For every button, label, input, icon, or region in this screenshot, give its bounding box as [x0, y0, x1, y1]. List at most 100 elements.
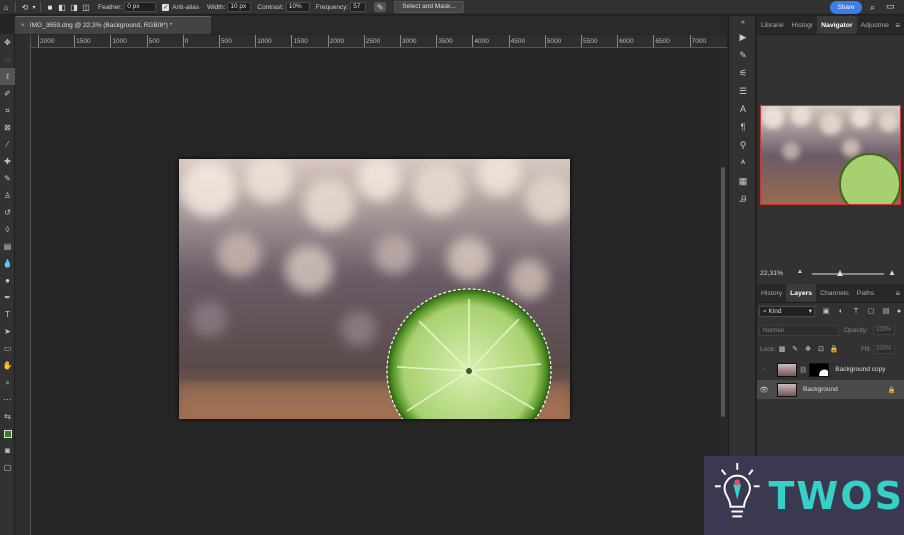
canvas-area[interactable]: [31, 49, 719, 535]
tab-channels[interactable]: Channels: [816, 284, 853, 302]
move-tool-icon[interactable]: ✥: [0, 34, 15, 51]
panel-menu-icon[interactable]: ≡: [895, 16, 900, 34]
quick-select-tool-icon[interactable]: ✐: [0, 85, 15, 102]
color-swatch[interactable]: [0, 425, 15, 442]
intersect-selection-icon[interactable]: ◫: [80, 2, 92, 12]
contrast-field[interactable]: 10%: [285, 2, 310, 12]
lock-artboard-icon[interactable]: ⊡: [816, 344, 826, 355]
zoom-out-icon[interactable]: ▲: [797, 269, 803, 275]
tab-librarie[interactable]: Librarie: [757, 16, 788, 34]
zoom-tool-icon[interactable]: ⌕: [0, 374, 15, 391]
select-and-mask-button[interactable]: Select and Mask...: [394, 1, 464, 13]
layer-row-selected[interactable]: 👁 Background 🔒: [757, 380, 904, 399]
workspace-icon[interactable]: ▭: [886, 1, 895, 12]
shape-tool-icon[interactable]: ▭: [0, 340, 15, 357]
blur-tool-icon[interactable]: 💧: [0, 255, 15, 272]
scrollbar-thumb[interactable]: [721, 167, 725, 417]
search-icon[interactable]: ⌕: [870, 2, 875, 13]
home-icon[interactable]: ⌂: [0, 2, 12, 12]
character-icon[interactable]: A: [729, 100, 757, 118]
zoom-slider[interactable]: [812, 273, 884, 275]
lasso-tool-icon[interactable]: ⟲: [19, 2, 31, 12]
frequency-field[interactable]: 57: [350, 2, 367, 12]
ruler-label: 500: [221, 38, 232, 45]
layer-mask-thumbnail[interactable]: [809, 362, 830, 377]
layer-filter-select[interactable]: ⌕ Kind ▾: [759, 306, 815, 317]
smart-object-filter-icon[interactable]: ▤: [881, 306, 891, 317]
clone-stamp-icon[interactable]: ♙: [0, 187, 15, 204]
pen-pressure-icon[interactable]: ✎: [374, 2, 387, 12]
lock-all-icon[interactable]: 🔒: [829, 344, 839, 355]
shape-filter-icon[interactable]: ▢: [866, 306, 876, 317]
quick-mask-icon[interactable]: ◙: [0, 442, 15, 459]
subtract-selection-icon[interactable]: ◨: [68, 2, 80, 12]
more-tools-icon[interactable]: ⋯: [0, 391, 15, 408]
anti-alias-checkbox[interactable]: ✓: [162, 3, 170, 11]
type-filter-icon[interactable]: T: [851, 306, 861, 317]
zoom-slider-handle[interactable]: [837, 270, 843, 276]
blend-mode-select[interactable]: Normal: [759, 325, 839, 336]
zoom-value[interactable]: 22,31%: [760, 270, 790, 277]
panel-menu-icon[interactable]: ≡: [895, 284, 900, 302]
healing-brush-icon[interactable]: ✚: [0, 153, 15, 170]
brush-tool-icon[interactable]: ✎: [0, 170, 15, 187]
share-button[interactable]: Share: [830, 1, 862, 14]
pen-tool-icon[interactable]: ✒: [0, 289, 15, 306]
filter-toggle-icon[interactable]: ●: [894, 306, 904, 317]
gradient-tool-icon[interactable]: ▤: [0, 238, 15, 255]
tab-history[interactable]: History: [757, 284, 786, 302]
lock-pixels-icon[interactable]: ▩: [777, 344, 787, 355]
type-tool-icon[interactable]: T: [0, 306, 15, 323]
new-selection-icon[interactable]: ■: [44, 2, 56, 12]
history-brush-icon[interactable]: ↺: [0, 204, 15, 221]
eyedropper-tool-icon[interactable]: ⁄: [0, 136, 15, 153]
path-select-icon[interactable]: ➤: [0, 323, 15, 340]
brush-settings-icon[interactable]: ✎: [729, 46, 757, 64]
screen-mode-icon[interactable]: ▢: [0, 459, 15, 476]
layer-name: Background: [803, 386, 838, 393]
feather-field[interactable]: 0 px: [124, 2, 157, 12]
frame-tool-icon[interactable]: ⊠: [0, 119, 15, 136]
play-action-icon[interactable]: ▶: [729, 28, 757, 46]
opacity-field[interactable]: 100%: [873, 326, 895, 335]
eraser-tool-icon[interactable]: ◊: [0, 221, 15, 238]
adjustment-filter-icon[interactable]: ◐: [836, 306, 846, 317]
eye-icon[interactable]: 👁: [757, 386, 771, 394]
hand-tool-icon[interactable]: ✋: [0, 357, 15, 374]
fill-field[interactable]: 100%: [873, 345, 895, 354]
lasso-tool-icon[interactable]: ℓ: [0, 68, 15, 85]
adjustments-icon[interactable]: ⚟: [729, 64, 757, 82]
document-tab[interactable]: × IMG_3659.dng @ 22,3% (Background, RGB/…: [15, 16, 211, 34]
layer-row[interactable]: ▫ ⛓ Background copy: [757, 360, 904, 379]
visibility-toggle[interactable]: ▫: [757, 366, 771, 373]
chevron-down-icon[interactable]: ▾: [31, 2, 37, 12]
add-selection-icon[interactable]: ◧: [56, 2, 68, 12]
tab-layers[interactable]: Layers: [786, 284, 817, 302]
3d-icon[interactable]: Ꭿ: [729, 190, 757, 208]
dodge-tool-icon[interactable]: ●: [0, 272, 15, 289]
swap-colors-icon[interactable]: ⇆: [0, 408, 15, 425]
tab-paths[interactable]: Paths: [853, 284, 878, 302]
clone-source-icon[interactable]: ⚲: [729, 136, 757, 154]
navigator-thumbnail[interactable]: [760, 105, 901, 205]
ruler-label: 0: [184, 38, 189, 45]
collapse-arrows-icon[interactable]: «: [729, 16, 757, 28]
zoom-in-icon[interactable]: ▲: [888, 268, 896, 277]
lock-position-icon[interactable]: ✥: [803, 344, 813, 355]
pixel-filter-icon[interactable]: ▣: [821, 306, 831, 317]
lock-paint-icon[interactable]: ✎: [790, 344, 800, 355]
close-icon[interactable]: ×: [21, 22, 25, 29]
properties-icon[interactable]: ☰: [729, 82, 757, 100]
marquee-tool-icon[interactable]: ◌: [0, 51, 15, 68]
filter-kind-value: Kind: [768, 308, 782, 315]
document-image[interactable]: [179, 159, 570, 419]
grid-icon[interactable]: ▦: [729, 172, 757, 190]
width-field[interactable]: 10 px: [227, 2, 252, 12]
paragraph-icon[interactable]: ¶: [729, 118, 757, 136]
crop-tool-icon[interactable]: ⌗: [0, 102, 15, 119]
tab-adjustme[interactable]: Adjustme: [857, 16, 893, 34]
vertical-ruler: [15, 35, 31, 535]
tab-histogr[interactable]: Histogr: [788, 16, 818, 34]
tab-navigator[interactable]: Navigator: [817, 16, 857, 34]
glyphs-icon[interactable]: ᴬ: [729, 154, 757, 172]
